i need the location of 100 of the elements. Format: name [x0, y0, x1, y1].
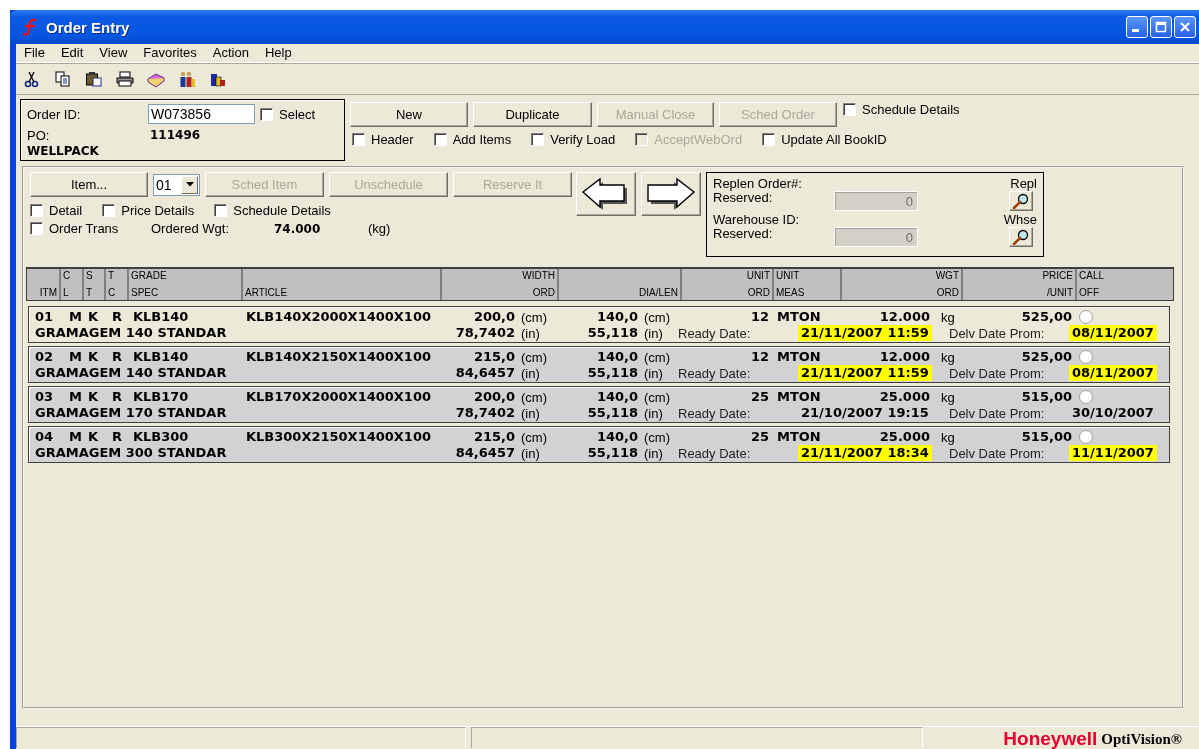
table-cell-text: R	[112, 349, 123, 365]
option-checkbox[interactable]: Update All BookID	[762, 132, 887, 147]
item-number-dropdown[interactable]: 01	[153, 173, 200, 196]
toolbar-button[interactable]: New	[350, 102, 468, 127]
table-cell-text: 200,0	[472, 309, 515, 325]
table-cell-text: 78,7402	[454, 405, 515, 421]
column-header: WGT ORD	[842, 269, 963, 300]
close-button[interactable]	[1174, 16, 1196, 38]
search-button[interactable]	[1009, 191, 1033, 211]
menu-item[interactable]: View	[94, 45, 133, 61]
table-cell-text: GRAMAGEM 300 STANDAR	[35, 445, 228, 461]
printer-icon[interactable]	[116, 70, 134, 88]
previous-item-button[interactable]	[576, 172, 636, 216]
table-cell-text: K	[88, 389, 100, 405]
column-header: UNIT ORD	[682, 269, 774, 300]
field-label: Warehouse ID:	[713, 211, 801, 227]
next-item-button[interactable]	[641, 172, 701, 216]
order-row[interactable]: 02 M K R KLB140 KLB140X2150X1400X100 215,0 (cm) 140,0 (cm) 12 MTON 12.000 kg 525,00 GRAMAGEM 140 STANDAR 84,6457 (in) 55,118 (in) Ready Date: 21/11/2007 11:59 Delv Date Prom: 08/11/2007	[28, 346, 1170, 383]
reserved-field: 0	[834, 191, 918, 211]
table-cell-text: 215,0	[472, 349, 515, 365]
table-cell-text: 12	[749, 349, 769, 365]
order-id-field[interactable]: W073856	[148, 104, 255, 124]
ready-date: 21/11/2007 18:34	[798, 445, 932, 461]
table-cell-text: (in)	[520, 405, 541, 421]
table-cell-text: KLB140	[133, 309, 190, 325]
table-cell-text: KLB170X2000X1400X100	[246, 389, 432, 405]
table-cell-text: (in)	[643, 365, 664, 381]
table-cell-text: (cm)	[643, 389, 671, 405]
search-icon	[1012, 193, 1030, 209]
call-off-radio[interactable]	[1079, 350, 1093, 364]
option-checkbox[interactable]: Header	[352, 132, 414, 147]
column-header: C L	[61, 269, 84, 300]
option-checkbox[interactable]: Add Items	[433, 132, 512, 147]
table-cell-text: 140,0	[595, 309, 638, 325]
column-header: T C	[106, 269, 129, 300]
table-cell-text: (cm)	[520, 429, 548, 445]
table-cell-text: kg	[940, 429, 956, 445]
table-cell-text: (cm)	[520, 349, 548, 365]
table-cell-text: (in)	[520, 445, 541, 461]
field-label: PO:	[27, 127, 51, 143]
menu-item[interactable]: File	[19, 45, 50, 61]
menu-item[interactable]: Favorites	[138, 45, 202, 61]
maximize-button[interactable]	[1150, 16, 1172, 38]
order-row[interactable]: 04 M K R KLB300 KLB300X2150X1400X100 215,0 (cm) 140,0 (cm) 25 MTON 25.000 kg 515,00 GRAMAGEM 300 STANDAR 84,6457 (in) 55,118 (in) Ready Date: 21/11/2007 18:34 Delv Date Prom: 11/11/2007	[28, 426, 1170, 463]
field-label: Delv Date Prom:	[948, 365, 1046, 381]
order-row[interactable]: 03 M K R KLB170 KLB170X2000X1400X100 200,0 (cm) 140,0 (cm) 25 MTON 25.000 kg 515,00 GRAMAGEM 170 STANDAR 78,7402 (in) 55,118 (in) Ready Date: 21/10/2007 19:15 Delv Date Prom: 30/10/2007	[28, 386, 1170, 423]
item-button[interactable]: Item...	[30, 172, 148, 197]
table-cell-text: GRAMAGEM 170 STANDAR	[35, 405, 228, 421]
option-checkbox[interactable]: Schedule Details	[214, 203, 331, 218]
table-cell-text: 25.000	[878, 429, 930, 445]
minimize-button[interactable]	[1126, 16, 1148, 38]
menu-item[interactable]: Action	[207, 45, 254, 61]
table-cell-text: K	[88, 309, 100, 325]
minimize-icon	[1132, 29, 1139, 32]
column-header: WIDTH ORD	[442, 269, 559, 300]
call-off-radio[interactable]	[1079, 430, 1093, 444]
menu-item[interactable]: Help	[259, 45, 297, 61]
table-cell-text: KLB140X2000X1400X100	[246, 309, 432, 325]
field-label: Ordered Wgt:	[151, 221, 231, 236]
search-button[interactable]	[1009, 227, 1033, 247]
order-row[interactable]: 01 M K R KLB140 KLB140X2000X1400X100 200,0 (cm) 140,0 (cm) 12 MTON 12.000 kg 525,00 GRAMAGEM 140 STANDAR 78,7402 (in) 55,118 (in) Ready Date: 21/11/2007 11:59 Delv Date Prom: 08/11/2007	[28, 306, 1170, 343]
option-checkbox[interactable]: Verify Load	[531, 132, 616, 147]
ready-date: 21/10/2007 19:15	[800, 405, 930, 421]
order-trans-checkbox[interactable]: Order Trans	[30, 221, 151, 236]
column-header: DIA/LEN	[559, 269, 682, 300]
cut-icon[interactable]	[23, 70, 41, 88]
menu-item[interactable]: Edit	[55, 45, 89, 61]
reserved-field: 0	[834, 227, 918, 247]
field-label: Replen Order#:	[713, 175, 803, 191]
option-checkbox[interactable]: Price Details	[102, 203, 195, 218]
field-label: Order ID:	[27, 106, 82, 122]
ready-date: 21/11/2007 11:59	[798, 325, 932, 341]
table-cell-text: 25	[749, 429, 769, 445]
table-cell-text: (cm)	[520, 389, 548, 405]
brand-name: Honeywell	[1003, 728, 1098, 749]
table-cell-text: R	[112, 309, 123, 325]
schedule-details-checkbox[interactable]: Schedule Details	[843, 102, 960, 117]
paste-icon[interactable]	[85, 70, 103, 88]
field-label: Delv Date Prom:	[948, 445, 1046, 461]
field-label: Delv Date Prom:	[948, 405, 1046, 421]
table-cell-text: MTON	[776, 389, 822, 405]
table-cell-text: MTON	[776, 309, 822, 325]
option-checkbox[interactable]: Detail	[30, 203, 83, 218]
table-cell-text: 84,6457	[454, 445, 515, 461]
table-cell-text: kg	[940, 309, 956, 325]
copy-icon[interactable]	[54, 70, 72, 88]
select-checkbox[interactable]: Select	[260, 106, 338, 122]
call-off-radio[interactable]	[1079, 390, 1093, 404]
table-cell-text: M	[69, 429, 83, 445]
call-off-radio[interactable]	[1079, 310, 1093, 324]
close-icon	[1179, 21, 1191, 33]
users-icon[interactable]	[178, 70, 196, 88]
table-cell-text: GRAMAGEM 140 STANDAR	[35, 365, 228, 381]
field-label: Delv Date Prom:	[948, 325, 1046, 341]
table-cell-text: 515,00	[1020, 429, 1072, 445]
table-cell-text: 02	[35, 349, 55, 365]
table-cell-text: kg	[940, 389, 956, 405]
toolbar-button[interactable]: Duplicate	[473, 102, 592, 127]
table-cell-text: 55,118	[586, 445, 638, 461]
ready-date: 21/11/2007 11:59	[798, 365, 932, 381]
